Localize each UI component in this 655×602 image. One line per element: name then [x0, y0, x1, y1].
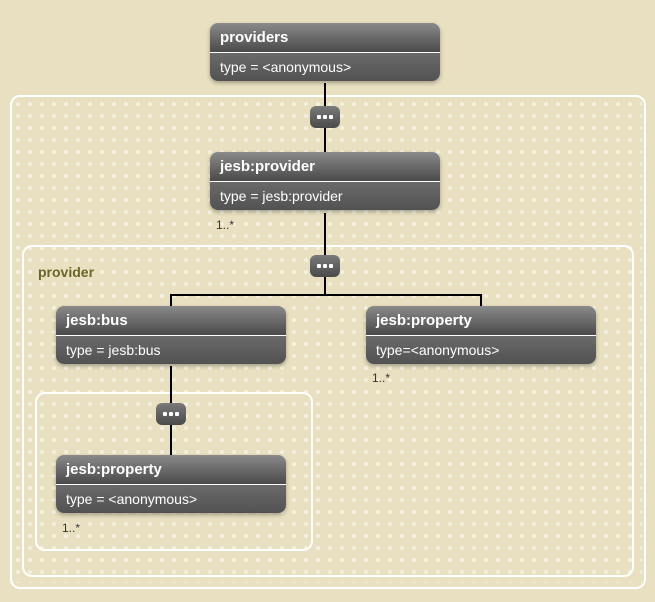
cardinality: 1..*: [62, 521, 80, 535]
node-providers: providers type = <anonymous>: [210, 23, 440, 81]
group-label-provider: provider: [38, 264, 94, 280]
node-title: providers: [210, 23, 440, 53]
diagram-canvas: provider providers type = <anonymous> je…: [0, 0, 655, 602]
node-title: jesb:property: [366, 306, 596, 336]
sequence-connector-icon: [310, 255, 340, 277]
sequence-connector-icon: [310, 106, 340, 128]
node-type: type=<anonymous>: [366, 336, 596, 364]
node-title: jesb:property: [56, 455, 286, 485]
node-type: type = <anonymous>: [56, 485, 286, 513]
cardinality: 1..*: [216, 218, 234, 232]
node-title: jesb:bus: [56, 306, 286, 336]
node-bus: jesb:bus type = jesb:bus: [56, 306, 286, 364]
node-property-nested: jesb:property type = <anonymous>: [56, 455, 286, 513]
node-type: type = jesb:bus: [56, 336, 286, 364]
node-property-right: jesb:property type=<anonymous>: [366, 306, 596, 364]
node-type: type = <anonymous>: [210, 53, 440, 81]
line: [324, 213, 326, 295]
sequence-connector-icon: [156, 403, 186, 425]
node-title: jesb:provider: [210, 152, 440, 182]
cardinality: 1..*: [372, 371, 390, 385]
line: [170, 294, 482, 296]
node-type: type = jesb:provider: [210, 182, 440, 210]
node-provider: jesb:provider type = jesb:provider: [210, 152, 440, 210]
